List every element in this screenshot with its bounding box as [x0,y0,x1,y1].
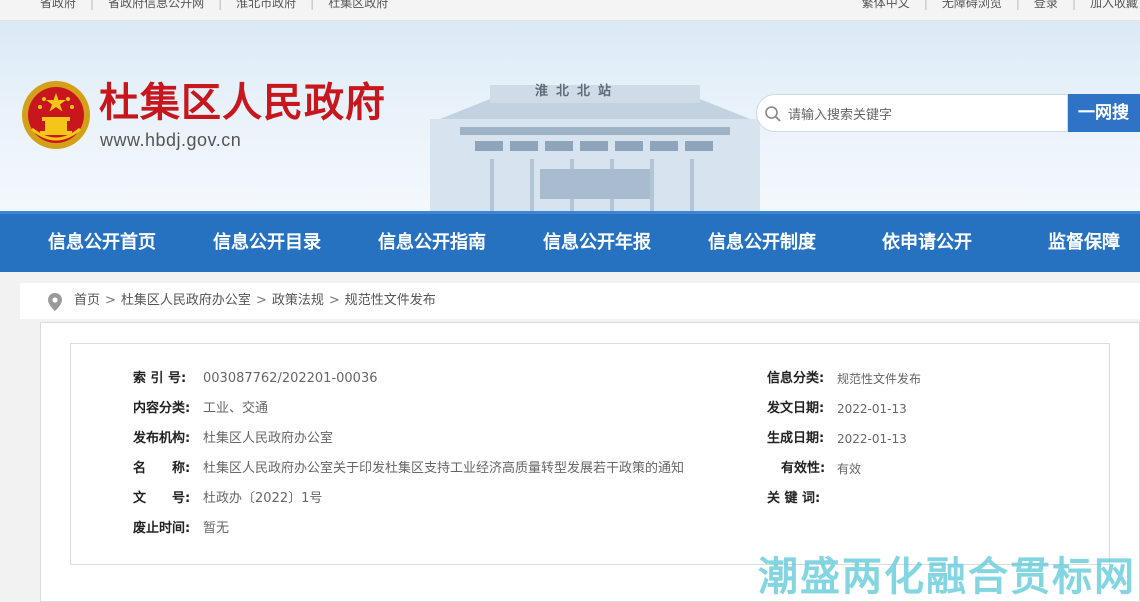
meta-label: 生成日期: [767,431,825,446]
breadcrumb-home[interactable]: 首页 [74,293,100,308]
meta-label: 文 号: [133,491,191,506]
top-utility-bar: 省政府 | 省政府信息公开网 | 淮北市政府 | 杜集区政府 繁体中文 | 无障… [0,0,1140,21]
location-pin-icon [48,293,62,311]
national-emblem-icon [22,81,90,149]
meta-label: 名 称: [133,461,191,476]
meta-value: 杜集区人民政府办公室关于印发杜集区支持工业经济高质量转型发展若干政策的通知 [203,461,685,476]
meta-value: 2022-01-13 [837,402,907,416]
link-accessibility[interactable]: 无障碍浏览 [942,0,1002,10]
meta-value: 规范性文件发布 [837,372,922,386]
link-add-favorite[interactable]: 加入收藏 [1090,0,1138,10]
link-province-info-open[interactable]: 省政府信息公开网 [108,0,204,10]
link-huaibei-government[interactable]: 淮北市政府 [236,0,296,10]
nav-info-system[interactable]: 信息公开制度 [708,214,816,272]
breadcrumb-separator: > [328,293,340,308]
divider: | [1015,0,1020,10]
document-metadata-box: 索 引 号: 003087762/202201-00036 内容分类: 工业、交… [70,343,1110,565]
breadcrumb-trail: 首页 > 杜集区人民政府办公室 > 政策法规 > 规范性文件发布 [74,283,436,319]
nav-apply-disclosure[interactable]: 依申请公开 [882,214,972,272]
meta-label: 关 键 词: [767,491,821,506]
meta-label: 内容分类: [133,401,191,416]
meta-label: 发布机构: [133,431,191,446]
site-header: 淮北北站 杜集区人民政府 www.hbdj.gov.cn 一网搜 [0,21,1140,211]
divider: | [218,0,223,10]
meta-label: 有效性: [781,461,826,476]
divider: | [310,0,315,10]
link-duji-government[interactable]: 杜集区政府 [328,0,388,10]
meta-label: 索 引 号: [133,371,187,386]
meta-value: 2022-01-13 [837,432,907,446]
meta-value: 杜政办〔2022〕1号 [203,491,323,506]
nav-info-guide[interactable]: 信息公开指南 [378,214,486,272]
meta-label: 发文日期: [767,401,825,416]
top-left-links: 省政府 | 省政府信息公开网 | 淮北市政府 | 杜集区政府 [40,0,388,10]
breadcrumb-normative-documents[interactable]: 规范性文件发布 [345,293,436,308]
meta-value: 有效 [837,462,862,476]
station-sign: 淮北北站 [535,84,620,99]
search-icon [765,106,781,122]
breadcrumb: 首页 > 杜集区人民政府办公室 > 政策法规 > 规范性文件发布 [20,283,1140,319]
breadcrumb-policy-regulations[interactable]: 政策法规 [272,293,324,308]
search-button[interactable]: 一网搜 [1068,94,1140,132]
top-right-links: 繁体中文 | 无障碍浏览 | 登录 | 加入收藏 [862,0,1138,10]
link-login[interactable]: 登录 [1034,0,1058,10]
divider: | [90,0,95,10]
meta-value: 杜集区人民政府办公室 [203,431,334,446]
main-navigation: 信息公开首页 信息公开目录 信息公开指南 信息公开年报 信息公开制度 依申请公开… [0,211,1140,272]
nav-info-annual-report[interactable]: 信息公开年报 [543,214,651,272]
search-input[interactable] [786,101,1060,127]
nav-info-home[interactable]: 信息公开首页 [48,214,156,272]
watermark-text: 潮盛两化融合贯标网 [758,554,1136,600]
meta-value: 暂无 [203,521,230,536]
breadcrumb-separator: > [105,293,116,308]
link-traditional-chinese[interactable]: 繁体中文 [862,0,910,10]
breadcrumb-separator: > [255,293,267,308]
breadcrumb-district-office[interactable]: 杜集区人民政府办公室 [121,293,251,308]
nav-supervision[interactable]: 监督保障 [1048,214,1120,272]
meta-label: 信息分类: [767,371,825,386]
meta-value: 工业、交通 [203,401,269,416]
link-province-government[interactable]: 省政府 [40,0,76,10]
nav-info-catalog[interactable]: 信息公开目录 [213,214,321,272]
meta-value: 003087762/202201-00036 [203,371,378,386]
meta-label: 废止时间: [133,521,191,536]
site-url: www.hbdj.gov.cn [100,130,242,150]
site-name[interactable]: 杜集区人民政府 [99,79,386,127]
divider: | [1071,0,1076,10]
divider: | [923,0,928,10]
